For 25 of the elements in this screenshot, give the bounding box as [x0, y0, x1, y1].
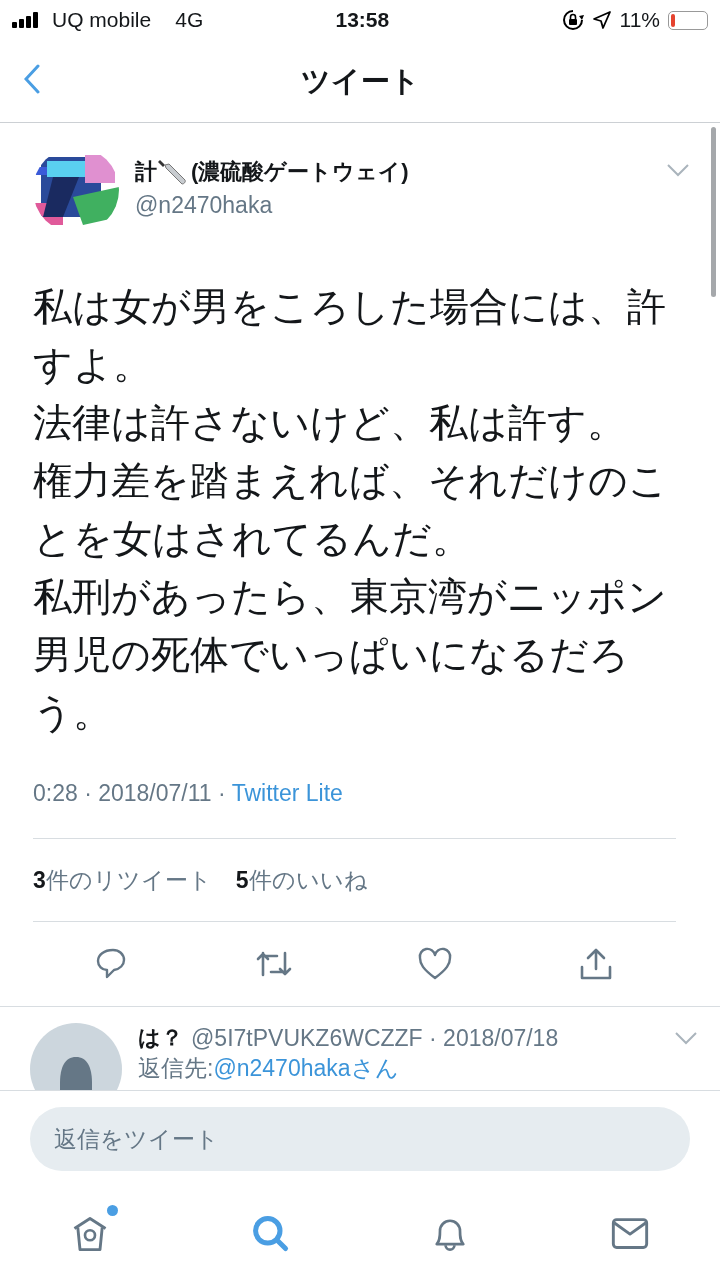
- page-title: ツイート: [300, 63, 420, 99]
- reply-field[interactable]: 返信をツイート: [30, 1107, 690, 1171]
- clock: 13:58: [334, 7, 391, 34]
- battery-icon: [668, 10, 708, 30]
- rotation-lock-icon: [561, 9, 584, 31]
- battery-percent: 11%: [619, 7, 660, 34]
- carrier-name: UQ mobile: [52, 7, 152, 34]
- network-type: 4G: [175, 7, 204, 34]
- chevron-down-icon: [674, 1031, 698, 1045]
- reply-to-label: 返信先:: [138, 1054, 214, 1083]
- chevron-down-icon: [666, 163, 690, 177]
- user-name: 計: [135, 158, 157, 186]
- heart-icon: [416, 947, 453, 981]
- stat-count[interactable]: 5件のいいね: [235, 862, 368, 898]
- stat-count[interactable]: 3件のリツイート: [33, 862, 212, 898]
- back-button[interactable]: [24, 64, 40, 94]
- reply-meta: @5I7tPVUKZ6WCZZF · 2018/07/18: [191, 1024, 560, 1053]
- like-button[interactable]: [416, 947, 453, 981]
- user-name: は？: [138, 1024, 183, 1052]
- location-icon: [591, 10, 612, 30]
- tweet-timestamp: 0:28 · 2018/07/11 ·: [33, 780, 227, 806]
- tweet-text: 私は女が男をころした場合には、許すよ。 法律は許さないけど、私は許す。 権力差を踏まえれば、それだけのことを女はされてるんだ。 私刑があったら、東京湾がニッポン男児の死体でいっぱいになるだろう。: [33, 284, 669, 736]
- back-icon: [24, 64, 40, 94]
- user-handle: @n2470haka: [135, 191, 274, 220]
- user-name: (濃硫酸ゲートウェイ): [191, 158, 409, 186]
